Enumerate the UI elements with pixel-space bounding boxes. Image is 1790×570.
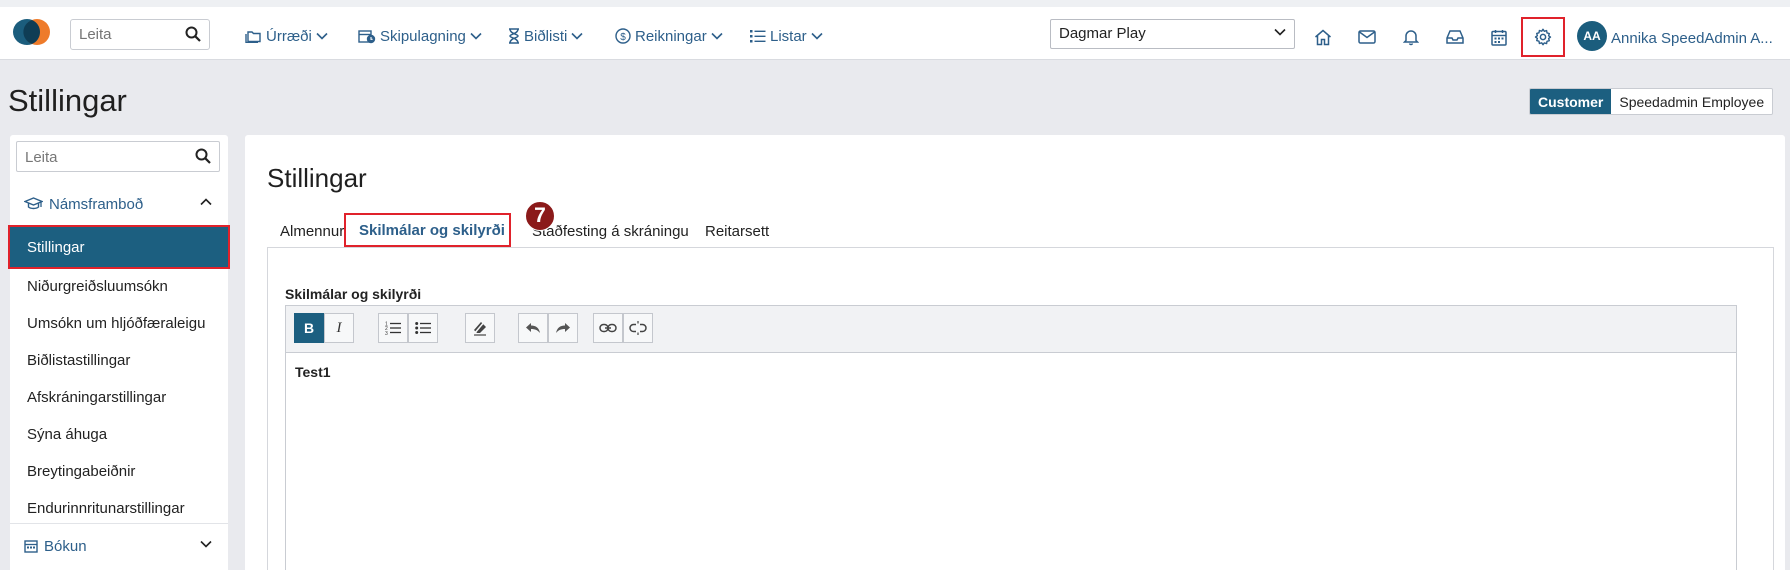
chevron-up-icon	[200, 198, 212, 206]
svg-text:$: $	[620, 32, 626, 43]
home-button[interactable]	[1307, 21, 1339, 53]
chevron-down-icon	[811, 32, 823, 40]
insert-link-button[interactable]	[593, 313, 623, 343]
nav-label: Úrræði	[266, 27, 312, 45]
chevron-down-icon	[316, 32, 328, 40]
mail-icon	[1358, 30, 1376, 44]
sidebar-group-namsframbod[interactable]: Námsframboð	[10, 184, 228, 224]
sidebar-item-breytingabeidnir[interactable]: Breytingabeiðnir	[10, 453, 228, 490]
chevron-down-icon	[1274, 28, 1286, 36]
user-menu[interactable]: Annika SpeedAdmin A...	[1611, 30, 1773, 47]
sidebar-item-endurinnritunarstillingar[interactable]: Endurinnritunarstillingar	[10, 490, 228, 527]
eraser-icon	[473, 320, 486, 336]
mail-button[interactable]	[1351, 21, 1383, 53]
undo-button[interactable]	[518, 313, 548, 343]
dollar-circle-icon: $	[615, 28, 631, 44]
undo-icon	[526, 323, 540, 333]
calendar-icon	[1491, 29, 1507, 46]
tab-skilmalar[interactable]: Skilmálar og skilyrði	[344, 213, 511, 247]
ordered-list-button[interactable]: 123	[378, 313, 408, 343]
search-icon[interactable]	[195, 148, 211, 164]
calendar-clock-icon	[358, 30, 376, 44]
top-bar: Úrræði Skipulagning Biðlisti $ Reikninga…	[0, 0, 1790, 60]
nav-label: Reikningar	[635, 27, 707, 45]
clear-format-button[interactable]	[465, 313, 495, 343]
editor-content[interactable]: Test1	[295, 364, 331, 380]
ordered-list-icon: 123	[385, 322, 401, 335]
chevron-down-icon	[571, 32, 583, 40]
inbox-icon	[1446, 30, 1464, 44]
sidebar-divider	[10, 523, 228, 524]
nav-urraedi[interactable]: Úrræði	[245, 25, 328, 47]
sidebar-item-umsokn-hljodfaeraleigu[interactable]: Umsókn um hljóðfæraleigu	[10, 305, 228, 342]
svg-text:3: 3	[385, 331, 388, 335]
editor-toolbar: B I 123	[286, 306, 1736, 353]
chevron-down-icon	[470, 32, 482, 40]
page-title: Stillingar	[8, 83, 127, 118]
link-icon	[599, 323, 617, 333]
sidebar-group-label: Námsframboð	[49, 195, 144, 213]
bell-icon	[1403, 30, 1419, 46]
sidebar: Leita Námsframboð Stillingar Niðurgreiðs…	[8, 135, 230, 570]
unlink-icon	[629, 321, 647, 335]
step-badge: 7	[525, 201, 555, 231]
nav-skipulagning[interactable]: Skipulagning	[358, 25, 482, 47]
section-title: Stillingar	[267, 163, 367, 193]
sidebar-item-bidlistastillingar[interactable]: Biðlistastillingar	[10, 342, 228, 379]
nav-label: Listar	[770, 27, 807, 45]
italic-button[interactable]: I	[324, 313, 354, 343]
global-search-input[interactable]	[71, 20, 171, 49]
field-label: Skilmálar og skilyrði	[285, 286, 422, 302]
view-toggle: Customer Speedadmin Employee	[1529, 88, 1774, 115]
tab-reitarsett[interactable]: Reitarsett	[692, 215, 782, 247]
customer-view-button[interactable]: Customer	[1530, 89, 1612, 114]
graduation-cap-icon	[24, 197, 43, 210]
employee-view-button[interactable]: Speedadmin Employee	[1611, 89, 1773, 114]
redo-button[interactable]	[548, 313, 578, 343]
sidebar-group-bokun[interactable]: Bókun	[10, 526, 228, 566]
list-icon	[750, 30, 766, 43]
main-panel: Stillingar Almennur Skilmálar og skilyrð…	[245, 135, 1785, 570]
nav-bidlisti[interactable]: Biðlisti	[508, 25, 583, 47]
sidebar-item-stillingar[interactable]: Stillingar	[8, 225, 230, 269]
nav-reikningar[interactable]: $ Reikningar	[615, 25, 723, 47]
sidebar-search-placeholder: Leita	[25, 149, 58, 166]
rich-text-editor: B I 123 Test1	[285, 305, 1737, 570]
folders-icon	[245, 31, 261, 43]
sidebar-item-afskraningarstillingar[interactable]: Afskráningarstillingar	[10, 379, 228, 416]
inbox-button[interactable]	[1439, 21, 1471, 53]
organization-select[interactable]: Dagmar Play	[1050, 19, 1295, 49]
avatar[interactable]: AA	[1577, 21, 1607, 51]
sidebar-item-nidurgreidsluumsokn[interactable]: Niðurgreiðsluumsókn	[10, 268, 228, 305]
sidebar-group-label: Bókun	[44, 537, 87, 555]
chevron-down-icon	[711, 32, 723, 40]
sidebar-item-syna-ahuga[interactable]: Sýna áhuga	[10, 416, 228, 453]
bullet-list-icon	[415, 322, 431, 334]
remove-link-button[interactable]	[623, 313, 653, 343]
bold-button[interactable]: B	[294, 313, 324, 343]
bullet-list-button[interactable]	[408, 313, 438, 343]
organization-select-value: Dagmar Play	[1059, 25, 1146, 42]
nav-listar[interactable]: Listar	[750, 25, 823, 47]
sidebar-search[interactable]: Leita	[16, 141, 220, 172]
logo[interactable]	[12, 17, 52, 47]
hourglass-icon	[509, 28, 519, 44]
gear-icon	[1534, 28, 1552, 46]
redo-icon	[556, 323, 570, 333]
calendar-button[interactable]	[1483, 21, 1515, 53]
nav-label: Skipulagning	[380, 27, 466, 45]
notifications-button[interactable]	[1395, 21, 1427, 53]
tab-panel: Skilmálar og skilyrði B I 123 Test1	[267, 247, 1774, 570]
nav-label: Biðlisti	[524, 27, 568, 45]
search-icon[interactable]	[185, 26, 201, 42]
calendar-icon	[24, 540, 38, 553]
settings-button[interactable]	[1521, 17, 1565, 57]
chevron-down-icon	[200, 540, 212, 548]
home-icon	[1315, 29, 1331, 45]
global-search[interactable]	[70, 19, 210, 50]
